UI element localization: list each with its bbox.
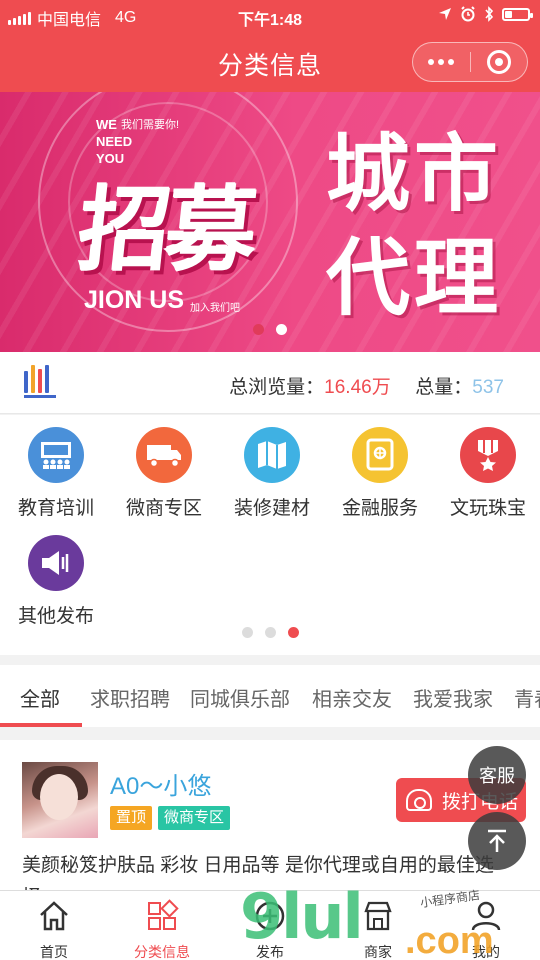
safe-icon (352, 427, 408, 483)
close-miniprogram-button[interactable] (471, 43, 528, 81)
bluetooth-icon (485, 6, 494, 22)
category-item-decoration[interactable]: 装修建材 (218, 427, 326, 520)
page-dot-active[interactable] (287, 627, 299, 638)
back-to-top-button[interactable] (468, 812, 526, 870)
banner-right-title: 城市 代理 (326, 127, 503, 325)
miniprogram-capsule (412, 42, 528, 82)
page-dot[interactable] (241, 627, 253, 638)
poster-name[interactable]: A0～小悠 (110, 766, 211, 801)
map-icon (244, 427, 300, 483)
customer-service-button[interactable]: 客服 (468, 746, 526, 804)
tabbar-label: 分类信息 (134, 944, 190, 960)
tab-indicator (0, 723, 82, 727)
page-dot[interactable] (264, 627, 276, 638)
battery-icon (502, 7, 533, 21)
category-label: 微商专区 (125, 498, 202, 519)
watermark-logo: 9lul (240, 880, 364, 953)
category-label: 其他发布 (17, 606, 94, 627)
tab-club[interactable]: 同城俱乐部 (190, 683, 290, 712)
category-grid: 教育培训 微商专区 装修建材 金融服务 文玩珠宝 其他发布 (0, 415, 540, 655)
category-item-wechat-business[interactable]: 微商专区 (110, 427, 218, 520)
tab-youth[interactable]: 青春 (514, 683, 540, 712)
banner-dot[interactable] (253, 324, 264, 335)
tabbar-item-category[interactable]: 分类信息 (108, 891, 216, 960)
medal-icon (460, 427, 516, 483)
shop-icon (364, 901, 392, 931)
tabbar-label: 首页 (40, 944, 68, 960)
watermark-domain: .com (405, 920, 494, 960)
promo-banner[interactable]: WE NEED YOU 我们需要你! 招募 JION US 加入我们吧 城市 代… (0, 92, 540, 352)
category-label: 文玩珠宝 (449, 498, 526, 519)
total-value: 537 (472, 377, 504, 398)
truck-icon (136, 427, 192, 483)
tab-jobs[interactable]: 求职招聘 (90, 683, 170, 712)
target-icon (486, 50, 511, 74)
banner-join-chinese: 加入我们吧 (190, 303, 240, 314)
tag-category: 微商专区 (158, 806, 231, 830)
tag-pinned: 置顶 (110, 806, 153, 830)
arrow-up-icon (488, 829, 506, 852)
stats-bar: 总浏览量：16.46万 总量：537 (0, 352, 540, 414)
tab-all[interactable]: 全部 (20, 683, 60, 712)
views-value: 16.46万 (324, 377, 391, 398)
tab-dating[interactable]: 相亲交友 (312, 683, 392, 712)
views-label: 总浏览量： (229, 377, 325, 398)
category-item-jewelry[interactable]: 文玩珠宝 (434, 427, 540, 520)
category-grid-icon (148, 899, 179, 930)
filter-tabs: 全部 求职招聘 同城俱乐部 相亲交友 我爱我家 青春 (0, 665, 540, 727)
app-page: 中国电信 4G 下午1:48 分类信息 WE NEED YOU 我们需要你! 招… (0, 0, 540, 960)
nav-bar: 分类信息 (0, 32, 540, 92)
bar-chart-icon (24, 365, 56, 398)
classroom-icon (28, 427, 84, 483)
banner-pagination (0, 324, 540, 335)
tab-home[interactable]: 我爱我家 (413, 683, 493, 712)
banner-headline: 招募 (73, 176, 257, 284)
post-description: 美颜秘笈护肤品 彩妆 日用品等 是你代理或自用的最佳选 (22, 855, 494, 876)
category-item-other[interactable]: 其他发布 (2, 535, 110, 628)
category-item-finance[interactable]: 金融服务 (326, 427, 434, 520)
avatar[interactable] (22, 762, 98, 838)
banner-small-chinese: 我们需要你! (121, 119, 180, 131)
category-item-education[interactable]: 教育培训 (2, 427, 110, 520)
total-label: 总量： (415, 377, 473, 398)
banner-dot-active[interactable] (276, 324, 287, 335)
status-bar: 中国电信 4G 下午1:48 (0, 0, 540, 32)
category-label: 金融服务 (341, 498, 418, 519)
home-icon (40, 901, 68, 931)
category-label: 装修建材 (233, 498, 310, 519)
phone-icon (406, 789, 432, 811)
speaker-icon (28, 535, 84, 591)
category-pagination (0, 627, 540, 638)
category-label: 教育培训 (17, 498, 94, 519)
more-menu-button[interactable] (413, 43, 470, 81)
alarm-icon (461, 6, 475, 22)
more-dots-icon (428, 59, 455, 65)
location-arrow-icon (439, 8, 451, 20)
banner-join-english: JION US (84, 286, 185, 314)
tabbar-item-home[interactable]: 首页 (0, 891, 108, 960)
